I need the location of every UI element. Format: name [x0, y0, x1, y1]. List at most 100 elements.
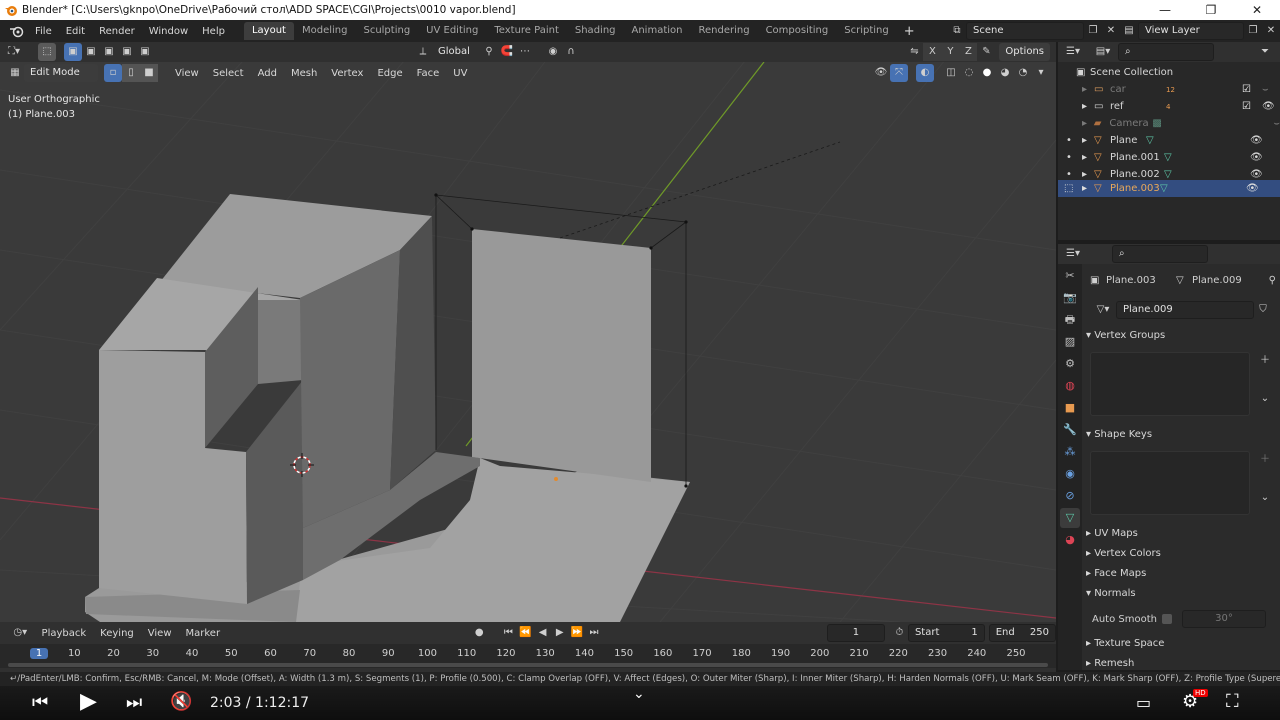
face-select-icon[interactable]: ■: [140, 64, 158, 82]
material-shading-icon[interactable]: ◕: [996, 64, 1014, 82]
menu-select[interactable]: Select: [206, 68, 251, 79]
object-tab-icon[interactable]: ■: [1060, 398, 1080, 418]
normals-panel-header[interactable]: ▾ Normals: [1086, 584, 1276, 604]
particles-tab-icon[interactable]: ⁂: [1060, 442, 1080, 462]
outliner-row-plane-001[interactable]: • ▸ ▽ Plane.001 ▽ 👁: [1058, 149, 1280, 166]
expand-arrow-icon[interactable]: ▸: [1082, 183, 1094, 194]
view-layer-field[interactable]: View Layer: [1138, 22, 1244, 40]
jump-start-icon[interactable]: ⏮: [500, 624, 517, 642]
options-dropdown[interactable]: Options: [999, 43, 1050, 61]
tab-shading[interactable]: Shading: [567, 22, 624, 40]
copy-scene-icon[interactable]: ❐: [1084, 22, 1102, 40]
tab-layout[interactable]: Layout: [243, 22, 294, 40]
material-tab-icon[interactable]: ◕: [1060, 530, 1080, 550]
output-tab-icon[interactable]: 🖶: [1060, 310, 1080, 330]
gizmo-icon[interactable]: ⤧: [890, 64, 908, 82]
remove-view-layer-icon[interactable]: ✕: [1262, 22, 1280, 40]
menu-timeline-view[interactable]: View: [141, 628, 179, 639]
outliner-row-car[interactable]: ▸ ▭ car 12 ☑ ⌣: [1058, 81, 1280, 98]
play-video-icon[interactable]: ▶: [80, 689, 97, 714]
record-icon[interactable]: ●: [471, 624, 488, 642]
vertex-group-menu-icon[interactable]: ⌄: [1256, 390, 1274, 408]
auto-smooth-angle-field[interactable]: 30°: [1182, 610, 1266, 628]
jump-end-icon[interactable]: ⏭: [585, 624, 602, 642]
constraints-tab-icon[interactable]: ⊘: [1060, 486, 1080, 506]
tab-compositing[interactable]: Compositing: [758, 22, 837, 40]
view-layer-icon[interactable]: ▤: [1120, 22, 1138, 40]
start-frame-field[interactable]: Start 1: [907, 624, 985, 642]
falloff-icon[interactable]: ∩: [562, 43, 580, 61]
edge-select-icon[interactable]: ▯: [122, 64, 140, 82]
axis-y-toggle[interactable]: Y: [941, 43, 960, 61]
end-frame-field[interactable]: End 250: [988, 624, 1057, 642]
copy-view-layer-icon[interactable]: ❐: [1244, 22, 1262, 40]
shape-keys-panel-header[interactable]: ▾ Shape Keys: [1086, 425, 1276, 445]
chevron-down-icon[interactable]: ⌄: [633, 686, 645, 702]
hidden-icon[interactable]: ⌣: [1273, 118, 1280, 129]
select-subtract-icon[interactable]: ▣: [100, 43, 118, 61]
menu-view[interactable]: View: [168, 68, 206, 79]
menu-window[interactable]: Window: [142, 26, 195, 37]
eye-icon[interactable]: 👁: [1246, 183, 1259, 194]
mirror-icon[interactable]: ⇋: [905, 43, 923, 61]
snap-target-icon[interactable]: ⋯: [516, 43, 534, 61]
exclude-checkbox[interactable]: ☑: [1242, 101, 1262, 112]
wrench-icon[interactable]: ✎: [977, 43, 995, 61]
menu-playback[interactable]: Playback: [35, 628, 94, 639]
menu-uv[interactable]: UV: [446, 68, 474, 79]
menu-add[interactable]: Add: [251, 68, 284, 79]
proportional-edit-icon[interactable]: ◉: [544, 43, 562, 61]
expand-arrow-icon[interactable]: ▸: [1082, 169, 1094, 180]
select-invert-icon[interactable]: ▣: [118, 43, 136, 61]
shading-options-icon[interactable]: ▾: [1032, 64, 1050, 82]
menu-edge[interactable]: Edge: [370, 68, 409, 79]
menu-render[interactable]: Render: [92, 26, 142, 37]
mode-dropdown[interactable]: Edit Mode: [24, 64, 98, 82]
add-vertex-group-button[interactable]: ＋: [1256, 352, 1274, 370]
tab-uv-editing[interactable]: UV Editing: [418, 22, 486, 40]
tab-animation[interactable]: Animation: [624, 22, 691, 40]
menu-edit[interactable]: Edit: [59, 26, 92, 37]
outliner-search-input[interactable]: ⌕: [1118, 43, 1214, 61]
outliner-row-camera[interactable]: ▸ ▰ Camera ▩ ⌣: [1058, 115, 1280, 132]
shape-keys-list[interactable]: [1090, 451, 1250, 515]
menu-mesh[interactable]: Mesh: [284, 68, 324, 79]
xray-icon[interactable]: ◫: [942, 64, 960, 82]
wireframe-shading-icon[interactable]: ◌: [960, 64, 978, 82]
menu-file[interactable]: File: [28, 26, 59, 37]
play-icon[interactable]: ▶: [551, 624, 568, 642]
overlay-icon[interactable]: ◐: [916, 64, 934, 82]
menu-help[interactable]: Help: [195, 26, 232, 37]
blender-menu-icon[interactable]: [8, 24, 26, 38]
tab-sculpting[interactable]: Sculpting: [355, 22, 418, 40]
close-button[interactable]: ✕: [1234, 3, 1280, 17]
timeline-scrollbar[interactable]: [0, 662, 1056, 668]
solid-shading-icon[interactable]: ●: [978, 64, 996, 82]
texture-space-panel-header[interactable]: ▸ Texture Space: [1086, 634, 1276, 654]
menu-keying[interactable]: Keying: [93, 628, 141, 639]
mesh-browse-icon[interactable]: ▽▾: [1090, 301, 1116, 319]
expand-arrow-icon[interactable]: ▸: [1082, 135, 1094, 146]
outliner-row-ref[interactable]: ▸ ▭ ref 4 ☑ 👁: [1058, 98, 1280, 115]
shape-key-menu-icon[interactable]: ⌄: [1256, 489, 1274, 507]
hidden-icon[interactable]: ⌣: [1262, 84, 1269, 95]
add-shape-key-button[interactable]: ＋: [1256, 451, 1274, 469]
pin-icon[interactable]: ⚲: [1269, 275, 1276, 286]
filter-icon[interactable]: ⏷: [1250, 43, 1280, 61]
stopwatch-icon[interactable]: ⏱: [891, 624, 908, 642]
tab-texture-paint[interactable]: Texture Paint: [486, 22, 567, 40]
vertex-groups-list[interactable]: [1090, 352, 1250, 416]
physics-tab-icon[interactable]: ◉: [1060, 464, 1080, 484]
outliner-row-plane-003[interactable]: ⬚ ▸ ▽ Plane.003 ▽ 👁: [1058, 180, 1280, 197]
scene-icon[interactable]: ⧉: [948, 22, 966, 40]
fake-user-icon[interactable]: ⛉: [1254, 301, 1272, 319]
remove-scene-icon[interactable]: ✕: [1102, 22, 1120, 40]
display-mode-icon[interactable]: ▤▾: [1088, 43, 1118, 61]
select-tool-icon[interactable]: ⬚: [38, 43, 56, 61]
outliner-row-plane[interactable]: • ▸ ▽ Plane ▽ 👁: [1058, 132, 1280, 149]
maximize-button[interactable]: ❐: [1188, 3, 1234, 17]
next-keyframe-icon[interactable]: ⏩: [568, 624, 585, 642]
remesh-panel-header[interactable]: ▸ Remesh: [1086, 654, 1276, 674]
expand-arrow-icon[interactable]: ▸: [1082, 101, 1094, 112]
vertex-select-icon[interactable]: ▫: [104, 64, 122, 82]
